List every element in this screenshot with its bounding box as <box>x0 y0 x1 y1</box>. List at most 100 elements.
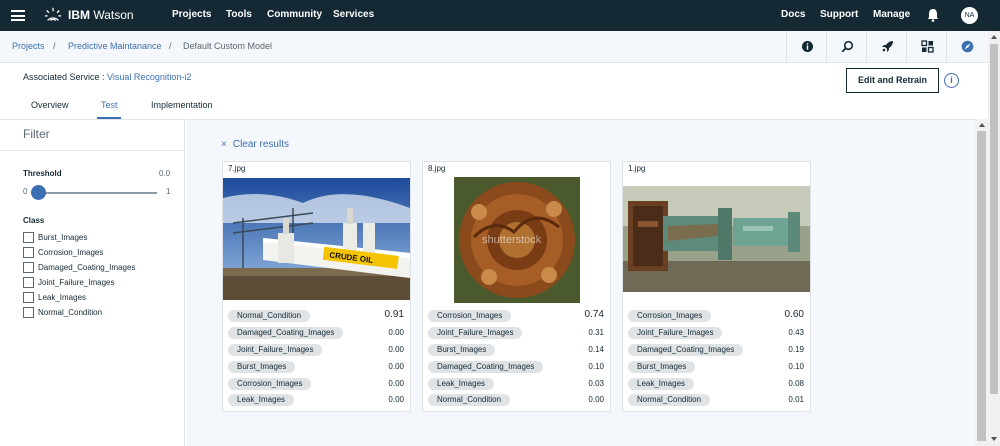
associated-service-label: Associated Service : <box>23 72 108 82</box>
info-icon[interactable] <box>801 40 814 53</box>
checkbox[interactable] <box>23 307 34 318</box>
user-avatar[interactable]: NA <box>961 7 978 24</box>
clear-results-link[interactable]: × Clear results <box>221 139 289 150</box>
class-tag[interactable]: Normal_Condition <box>428 394 511 406</box>
watson-logo-icon <box>44 7 62 21</box>
result-card: 8.jpg shutterstock Corrosion_Images 0.74 … <box>422 161 611 412</box>
result-row: Normal_Condition 0.91 <box>228 309 406 323</box>
nav-projects[interactable]: Projects <box>172 9 211 20</box>
toolbar-divider <box>866 31 867 63</box>
class-label: Class <box>23 216 45 225</box>
brand-name[interactable]: IBM Watson <box>68 8 134 22</box>
class-tag[interactable]: Burst_Images <box>428 344 496 356</box>
nav-support[interactable]: Support <box>820 9 858 20</box>
toolbar-divider <box>826 31 827 63</box>
result-card: 1.jpg Corrosion_Images 0.60 Joint_Failure… <box>622 161 811 412</box>
scroll-down-arrow-icon[interactable] <box>991 437 997 441</box>
result-row: Joint_Failure_Images 0.31 <box>428 327 606 340</box>
threshold-label: Threshold <box>23 169 62 178</box>
tab-test[interactable]: Test <box>101 100 118 110</box>
page-scrollbar[interactable] <box>988 31 1000 446</box>
hamburger-menu-icon[interactable] <box>11 10 25 21</box>
class-option-label: Damaged_Coating_Images <box>38 263 136 272</box>
class-option-label: Leak_Images <box>38 293 87 302</box>
image-filename: 8.jpg <box>428 164 446 173</box>
class-tag[interactable]: Leak_Images <box>228 394 295 406</box>
scroll-up-arrow-icon[interactable] <box>991 35 997 39</box>
class-tag[interactable]: Joint_Failure_Images <box>428 327 523 339</box>
pipeline-photo: CRUDE OIL <box>223 178 410 300</box>
scroll-up-arrow-icon[interactable] <box>979 123 985 127</box>
image-filename: 1.jpg <box>628 164 646 173</box>
data-assets-icon[interactable] <box>921 40 934 53</box>
corroded-flange-photo: shutterstock <box>454 177 580 303</box>
class-tag[interactable]: Burst_Images <box>628 361 696 373</box>
nav-docs[interactable]: Docs <box>781 9 805 20</box>
breadcrumb-separator: / <box>169 41 172 51</box>
score-value: 0.43 <box>788 328 804 337</box>
slider-min-label: 0 <box>23 187 28 196</box>
scrollbar-thumb[interactable] <box>990 44 998 394</box>
score-value: 0.19 <box>788 345 804 354</box>
score-value: 0.00 <box>388 379 404 388</box>
associated-service-link[interactable]: Visual Recognition-i2 <box>107 72 191 82</box>
score-value: 0.74 <box>584 309 604 320</box>
nav-services[interactable]: Services <box>333 9 374 20</box>
result-row: Corrosion_Images 0.00 <box>228 378 406 391</box>
class-tag[interactable]: Damaged_Coating_Images <box>628 344 744 356</box>
threshold-slider-handle[interactable] <box>31 185 46 200</box>
score-value: 0.00 <box>588 395 604 404</box>
class-tag[interactable]: Joint_Failure_Images <box>628 327 723 339</box>
class-tag[interactable]: Damaged_Coating_Images <box>428 361 544 373</box>
brand-bold: IBM <box>68 8 90 22</box>
scrollbar-thumb[interactable] <box>977 131 986 441</box>
score-value: 0.31 <box>588 328 604 337</box>
image-watermark: shutterstock <box>482 234 542 246</box>
results-scrollbar[interactable] <box>975 119 988 446</box>
toolbar-divider <box>946 31 947 63</box>
breadcrumb-separator: / <box>53 41 56 51</box>
score-value: 0.14 <box>588 345 604 354</box>
checkbox[interactable] <box>23 292 34 303</box>
nav-tools[interactable]: Tools <box>226 9 252 20</box>
class-tag[interactable]: Burst_Images <box>228 361 296 373</box>
checkbox[interactable] <box>23 262 34 273</box>
compass-icon[interactable] <box>961 40 974 53</box>
breadcrumb-project[interactable]: Predictive Maintanance <box>68 41 162 51</box>
tab-overview[interactable]: Overview <box>31 100 69 110</box>
threshold-slider-track[interactable] <box>33 192 157 194</box>
result-row: Leak_Images 0.08 <box>628 378 806 391</box>
class-tag[interactable]: Corrosion_Images <box>628 310 712 322</box>
score-value: 0.60 <box>784 309 804 320</box>
info-circle-icon[interactable]: i <box>944 73 959 88</box>
class-tag[interactable]: Damaged_Coating_Images <box>228 327 344 339</box>
nav-community[interactable]: Community <box>267 9 322 20</box>
checkbox[interactable] <box>23 247 34 258</box>
close-icon: × <box>221 139 227 150</box>
image-filename: 7.jpg <box>228 164 246 173</box>
class-tag[interactable]: Leak_Images <box>628 378 695 390</box>
rocket-deploy-icon[interactable] <box>881 40 894 53</box>
score-value: 0.01 <box>788 395 804 404</box>
class-tag[interactable]: Corrosion_Images <box>228 378 312 390</box>
nav-manage[interactable]: Manage <box>873 9 910 20</box>
class-tag[interactable]: Joint_Failure_Images <box>228 344 323 356</box>
notification-bell-icon[interactable] <box>927 8 939 22</box>
edit-and-retrain-button[interactable]: Edit and Retrain <box>846 68 939 93</box>
rusted-valve-photo <box>623 186 810 292</box>
class-tag[interactable]: Leak_Images <box>428 378 495 390</box>
score-value: 0.10 <box>588 362 604 371</box>
search-inspect-icon[interactable] <box>841 40 854 53</box>
checkbox[interactable] <box>23 277 34 288</box>
toolbar-divider <box>786 31 787 63</box>
checkbox[interactable] <box>23 232 34 243</box>
score-value: 0.91 <box>384 309 404 320</box>
tab-implementation[interactable]: Implementation <box>151 100 213 110</box>
result-row: Normal_Condition 0.00 <box>428 394 606 407</box>
score-value: 0.00 <box>388 362 404 371</box>
class-option-label: Normal_Condition <box>38 308 103 317</box>
class-tag[interactable]: Normal_Condition <box>228 310 311 322</box>
class-tag[interactable]: Normal_Condition <box>628 394 711 406</box>
breadcrumb-projects[interactable]: Projects <box>12 41 45 51</box>
class-tag[interactable]: Corrosion_Images <box>428 310 512 322</box>
